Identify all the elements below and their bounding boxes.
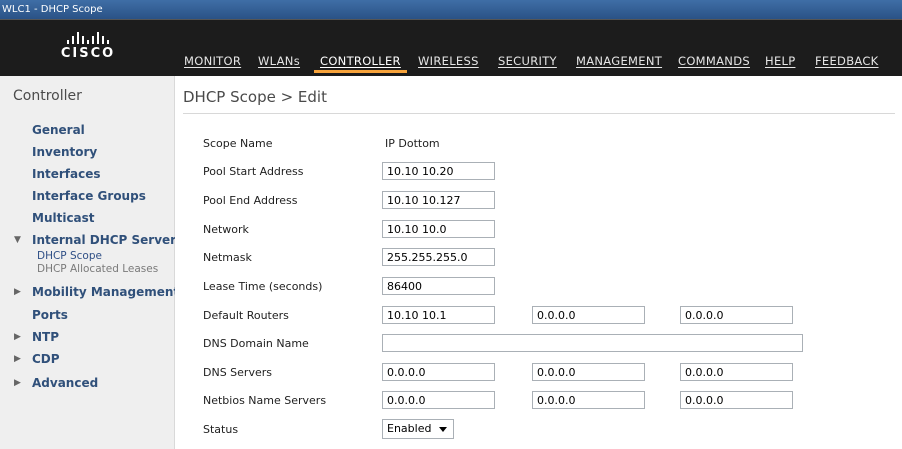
dns-server-2-input[interactable] (532, 363, 645, 381)
nav-commands[interactable]: COMMANDS (678, 54, 750, 68)
netmask-input[interactable] (382, 248, 495, 266)
top-navigation-bar: CISCO MONITOR WLANs CONTROLLER WIRELESS … (0, 19, 902, 76)
sidebar-item-ntp[interactable]: NTP (32, 330, 59, 344)
pool-start-input[interactable] (382, 162, 495, 180)
pool-end-input[interactable] (382, 191, 495, 209)
title-divider (183, 113, 895, 114)
nav-security[interactable]: SECURITY (498, 54, 557, 68)
default-router-3-input[interactable] (680, 306, 793, 324)
sidebar-title: Controller (13, 88, 82, 104)
dns-server-3-input[interactable] (680, 363, 793, 381)
pool-end-label: Pool End Address (203, 194, 298, 207)
main-content: DHCP Scope > Edit Scope Name IP Dottom P… (175, 76, 902, 449)
collapsed-triangle-icon[interactable]: ▶ (14, 287, 21, 297)
sidebar-subitem-dhcp-allocated-leases[interactable]: DHCP Allocated Leases (37, 263, 158, 275)
network-input[interactable] (382, 220, 495, 238)
network-label: Network (203, 223, 249, 236)
sidebar-item-mobility-management[interactable]: Mobility Management (32, 285, 179, 299)
window-title: WLC1 - DHCP Scope (2, 4, 103, 15)
sidebar-item-interface-groups[interactable]: Interface Groups (32, 189, 146, 203)
collapsed-triangle-icon[interactable]: ▶ (14, 354, 21, 364)
dns-server-1-input[interactable] (382, 363, 495, 381)
sidebar-item-inventory[interactable]: Inventory (32, 145, 97, 159)
netbios-server-1-input[interactable] (382, 391, 495, 409)
collapsed-triangle-icon[interactable]: ▶ (14, 378, 21, 388)
dns-servers-label: DNS Servers (203, 366, 272, 379)
default-router-1-input[interactable] (382, 306, 495, 324)
page-title: DHCP Scope > Edit (183, 88, 327, 106)
lease-time-input[interactable] (382, 277, 495, 295)
sidebar-item-ports[interactable]: Ports (32, 308, 68, 322)
window-titlebar: WLC1 - DHCP Scope (0, 0, 902, 19)
sidebar-item-multicast[interactable]: Multicast (32, 211, 95, 225)
lease-time-label: Lease Time (seconds) (203, 280, 323, 293)
cisco-logo-bars-icon (55, 32, 121, 44)
sidebar-subitem-dhcp-scope[interactable]: DHCP Scope (37, 250, 102, 262)
netbios-server-3-input[interactable] (680, 391, 793, 409)
dropdown-arrow-icon (439, 427, 447, 432)
nav-management[interactable]: MANAGEMENT (576, 54, 662, 68)
dns-domain-label: DNS Domain Name (203, 337, 309, 350)
scope-name-value: IP Dottom (385, 137, 440, 150)
status-select[interactable]: Enabled (382, 419, 454, 439)
nav-wlans[interactable]: WLANs (258, 54, 300, 68)
sidebar-item-internal-dhcp-server[interactable]: Internal DHCP Server (32, 233, 176, 247)
sidebar-item-interfaces[interactable]: Interfaces (32, 167, 101, 181)
netbios-server-2-input[interactable] (532, 391, 645, 409)
nav-help[interactable]: HELP (765, 54, 795, 68)
nav-controller[interactable]: CONTROLLER (314, 54, 407, 73)
status-selected-value: Enabled (387, 422, 432, 435)
default-router-2-input[interactable] (532, 306, 645, 324)
dns-domain-input[interactable] (382, 334, 803, 352)
cisco-logo-text: CISCO (60, 46, 116, 61)
default-routers-label: Default Routers (203, 309, 289, 322)
status-label: Status (203, 423, 239, 436)
nav-wireless[interactable]: WIRELESS (418, 54, 479, 68)
netmask-label: Netmask (203, 251, 252, 264)
pool-start-label: Pool Start Address (203, 165, 304, 178)
sidebar-item-cdp[interactable]: CDP (32, 352, 60, 366)
cisco-logo: CISCO (55, 32, 121, 64)
netbios-label: Netbios Name Servers (203, 394, 327, 407)
sidebar-item-advanced[interactable]: Advanced (32, 376, 98, 390)
expanded-triangle-icon[interactable]: ▼ (14, 235, 21, 245)
scope-name-label: Scope Name (203, 137, 273, 150)
nav-feedback[interactable]: FEEDBACK (815, 54, 879, 68)
nav-monitor[interactable]: MONITOR (184, 54, 241, 68)
collapsed-triangle-icon[interactable]: ▶ (14, 332, 21, 342)
sidebar-item-general[interactable]: General (32, 123, 85, 137)
sidebar: Controller General Inventory Interfaces … (0, 76, 179, 449)
